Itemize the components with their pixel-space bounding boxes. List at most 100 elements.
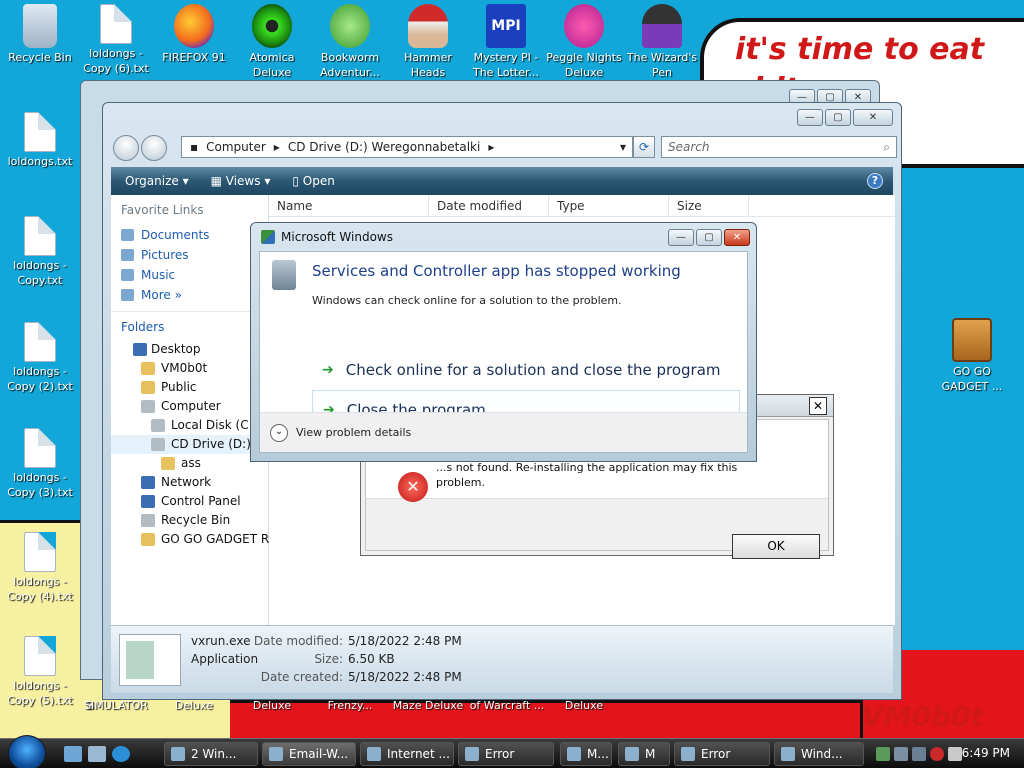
taskbar-button-error-2[interactable]: Error	[674, 742, 770, 766]
desktop-icon-peggle[interactable]: Peggle Nights Deluxe	[546, 4, 622, 80]
error-stop-icon: ✕	[398, 472, 428, 502]
tree-public[interactable]: Public	[111, 378, 268, 397]
clock[interactable]: 6:49 PM	[962, 746, 1010, 760]
desktop-label-deluxe-2[interactable]: Deluxe	[234, 698, 310, 713]
detail-size-label: Size:	[314, 652, 343, 666]
desktop-icon-loldongs-copy-6[interactable]: loldongs - Copy (6).txt	[78, 4, 154, 76]
tree-control-panel[interactable]: Control Panel	[111, 492, 268, 511]
desktop-icon-atomica[interactable]: Atomica Deluxe	[234, 4, 310, 80]
minimize-button[interactable]: —	[668, 229, 694, 246]
favorite-more[interactable]: More »	[111, 285, 268, 305]
text-file-icon	[24, 216, 56, 256]
taskbar-button-internet[interactable]: Internet ...	[360, 742, 454, 766]
desktop-icon-loldongs-copy-3[interactable]: loldongs - Copy (3).txt	[2, 428, 78, 500]
tray-app-icon[interactable]	[894, 747, 908, 761]
computer-icon: ▪	[190, 140, 199, 154]
desktop-icon-mystery-pi[interactable]: MPI Mystery PI - The Lotter...	[468, 4, 544, 80]
maximize-button[interactable]: ▢	[825, 109, 851, 126]
text-file-icon	[100, 4, 132, 44]
desktop-label-simulator[interactable]: SIMULATOR	[78, 698, 154, 713]
crash-dialog[interactable]: Microsoft Windows — ▢ ✕ Services and Con…	[250, 222, 757, 462]
volume-icon[interactable]	[948, 747, 962, 761]
open-button[interactable]: ▯ Open	[292, 174, 334, 188]
desktop-icon-loldongs[interactable]: loldongs.txt	[2, 112, 78, 169]
search-input[interactable]: Search ⌕	[661, 136, 897, 158]
tree-go-go-gadget[interactable]: GO GO GADGET RAPI	[111, 530, 288, 549]
show-desktop-icon[interactable]	[64, 746, 82, 762]
network-icon[interactable]	[876, 747, 890, 761]
maximize-button[interactable]: ▢	[696, 229, 722, 246]
address-dropdown-icon[interactable]: ▾	[620, 140, 626, 154]
taskbar-button-email[interactable]: Email-W...	[262, 742, 356, 766]
desktop-icon-bookworm[interactable]: Bookworm Adventur...	[312, 4, 388, 80]
tree-local-disk[interactable]: Local Disk (C:)	[111, 416, 268, 435]
column-type[interactable]: Type	[549, 195, 669, 216]
refresh-button[interactable]: ⟳	[633, 136, 655, 158]
warning-icon[interactable]	[930, 747, 944, 761]
tree-desktop[interactable]: Desktop	[111, 340, 268, 359]
start-button[interactable]	[8, 735, 46, 768]
tree-ass[interactable]: ass	[111, 454, 268, 473]
tree-vm0b0t[interactable]: VM0b0t	[111, 359, 268, 378]
tree-computer[interactable]: Computer	[111, 397, 268, 416]
internet-explorer-icon[interactable]	[112, 746, 130, 762]
tree-recycle-bin[interactable]: Recycle Bin	[111, 511, 268, 530]
search-icon: ⌕	[883, 140, 890, 154]
close-button[interactable]: ✕	[724, 229, 750, 246]
forward-button[interactable]	[141, 135, 167, 161]
desktop-icon-loldongs-copy[interactable]: loldongs - Copy.txt	[2, 216, 78, 288]
breadcrumb-cd-drive[interactable]: CD Drive (D:) Weregonnabetalki	[288, 140, 481, 154]
crash-dialog-title: Microsoft Windows	[281, 230, 393, 244]
taskbar-button-m-2[interactable]: M	[618, 742, 670, 766]
desktop-icon-go-go-gadget[interactable]: GO GO GADGET ...	[934, 318, 1010, 394]
check-online-button[interactable]: ➔ Check online for a solution and close t…	[312, 350, 740, 390]
navigation-pane: Favorite Links Documents Pictures Music …	[111, 195, 288, 625]
detail-date-modified-label: Date modified:	[253, 634, 343, 648]
text-file-icon	[24, 636, 56, 676]
desktop-icon-loldongs-copy-4[interactable]: loldongs - Copy (4).txt	[2, 532, 78, 604]
chevron-down-icon[interactable]: ⌄	[270, 423, 288, 442]
tree-cd-drive[interactable]: CD Drive (D:) We	[111, 435, 273, 454]
breadcrumb-computer[interactable]: Computer	[206, 140, 266, 154]
taskbar: 2 Win... Email-W... Internet ... Error M…	[0, 735, 1024, 768]
favorite-pictures[interactable]: Pictures	[111, 245, 268, 265]
detail-size: 6.50 KB	[348, 652, 395, 666]
close-button[interactable]: ✕	[853, 109, 893, 126]
taskbar-button-error-1[interactable]: Error	[458, 742, 554, 766]
folders-header[interactable]: Folders	[111, 311, 268, 340]
mystery-pi-icon: MPI	[486, 4, 526, 48]
desktop-icon-firefox[interactable]: FIREFOX 91	[156, 4, 232, 65]
desktop-label-deluxe-1[interactable]: Deluxe	[156, 698, 232, 713]
desktop-icon-recycle-bin[interactable]: Recycle Bin	[2, 4, 78, 65]
column-date-modified[interactable]: Date modified	[429, 195, 549, 216]
view-problem-details[interactable]: View problem details	[296, 426, 411, 439]
tree-network[interactable]: Network	[111, 473, 268, 492]
address-bar[interactable]: ▪ Computer ▸ CD Drive (D:) Weregonnabeta…	[181, 136, 633, 158]
minimize-button[interactable]: —	[797, 109, 823, 126]
tray-app-icon[interactable]	[912, 747, 926, 761]
views-button[interactable]: ▦ Views ▾	[211, 174, 271, 188]
error-close-button[interactable]: ✕	[809, 397, 827, 415]
column-name[interactable]: Name	[269, 195, 429, 216]
taskbar-button-windows[interactable]: 2 Win...	[164, 742, 258, 766]
favorite-music[interactable]: Music	[111, 265, 268, 285]
desktop-icon-wizards-pen[interactable]: The Wizard's Pen	[624, 4, 700, 80]
detail-date-created-label: Date created:	[260, 670, 343, 684]
desktop-label-frenzy[interactable]: Frenzy...	[312, 698, 388, 713]
breadcrumb-separator-icon: ▸	[488, 140, 495, 154]
taskbar-button-m-1[interactable]: M...	[560, 742, 612, 766]
organize-button[interactable]: Organize ▾	[125, 174, 189, 188]
desktop-label-deluxe-3[interactable]: Deluxe	[546, 698, 622, 713]
back-button[interactable]	[113, 135, 139, 161]
favorite-documents[interactable]: Documents	[111, 225, 268, 245]
help-icon[interactable]: ?	[867, 173, 883, 189]
desktop-label-warcraft[interactable]: of Warcraft ...	[466, 698, 548, 713]
taskbar-button-wind[interactable]: Wind...	[774, 742, 864, 766]
ok-button[interactable]: OK	[732, 534, 820, 559]
desktop-icon-loldongs-copy-2[interactable]: loldongs - Copy (2).txt	[2, 322, 78, 394]
switch-windows-icon[interactable]	[88, 746, 106, 762]
desktop-label-maze-deluxe[interactable]: Maze Deluxe	[390, 698, 466, 713]
desktop-icon-loldongs-copy-5[interactable]: loldongs - Copy (5).txt	[2, 636, 78, 708]
column-size[interactable]: Size	[669, 195, 749, 216]
caption-buttons: — ▢ ✕	[797, 109, 893, 126]
